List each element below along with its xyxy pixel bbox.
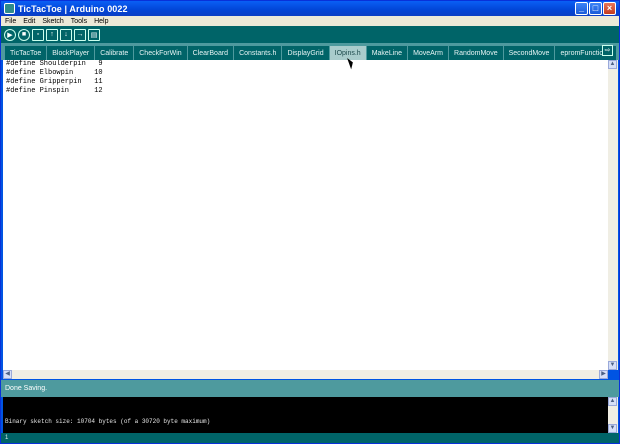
tab-blockplayer[interactable]: BlockPlayer bbox=[47, 46, 95, 60]
maximize-button[interactable]: □ bbox=[589, 2, 602, 15]
title-bar[interactable]: TicTacToe | Arduino 0022 _ □ × bbox=[1, 1, 619, 16]
menu-help[interactable]: Help bbox=[94, 18, 108, 25]
menu-bar: File Edit Sketch Tools Help bbox=[1, 16, 619, 26]
status-message: Done Saving. bbox=[5, 385, 48, 392]
menu-tools[interactable]: Tools bbox=[71, 18, 87, 25]
tab-randommove[interactable]: RandomMove bbox=[449, 46, 503, 60]
window-title: TicTacToe | Arduino 0022 bbox=[18, 3, 128, 14]
tab-secondmove[interactable]: SecondMove bbox=[503, 46, 555, 60]
editor-vertical-scrollbar[interactable]: ▲ ▼ bbox=[608, 60, 618, 370]
save-icon[interactable]: ↓ bbox=[60, 28, 72, 41]
code-line: #define Gripperpin 11 bbox=[6, 78, 103, 86]
upload-icon[interactable]: → bbox=[74, 28, 86, 41]
status-bar: Done Saving. bbox=[1, 380, 619, 397]
minimize-button[interactable]: _ bbox=[575, 2, 588, 15]
new-file-icon[interactable]: ▫ bbox=[32, 28, 44, 41]
tab-menu-button[interactable]: ⇨ bbox=[602, 45, 613, 56]
line-number-bar: 1 bbox=[1, 433, 619, 443]
code-line: #define Shoulderpin 9 bbox=[6, 60, 103, 68]
tab-tictactoe[interactable]: TicTacToe bbox=[5, 46, 47, 60]
console-scroll-down-icon[interactable]: ▼ bbox=[608, 424, 617, 433]
tab-constants-h[interactable]: Constants.h bbox=[234, 46, 282, 60]
stop-icon[interactable]: ■ bbox=[18, 28, 30, 41]
window-controls: _ □ × bbox=[575, 2, 616, 15]
menu-edit[interactable]: Edit bbox=[23, 18, 35, 25]
console-scrollbar[interactable]: ▲ ▼ bbox=[608, 397, 618, 433]
code-line: #define Pinspin 12 bbox=[6, 87, 103, 95]
app-window: TicTacToe | Arduino 0022 _ □ × File Edit S… bbox=[0, 0, 620, 444]
open-icon[interactable]: ↑ bbox=[46, 28, 58, 41]
tab-movearm[interactable]: MoveArm bbox=[408, 46, 449, 60]
scroll-down-icon[interactable]: ▼ bbox=[608, 361, 617, 370]
tab-displaygrid[interactable]: DisplayGrid bbox=[282, 46, 329, 60]
menu-file[interactable]: File bbox=[5, 18, 16, 25]
console-scroll-up-icon[interactable]: ▲ bbox=[608, 397, 617, 406]
tab-checkforwin[interactable]: CheckForWin bbox=[134, 46, 187, 60]
scroll-left-icon[interactable]: ◀ bbox=[3, 370, 12, 379]
arduino-app-icon bbox=[4, 3, 15, 14]
editor-horizontal-scrollbar[interactable]: ◀ ▶ bbox=[3, 370, 608, 379]
line-number: 1 bbox=[5, 435, 9, 441]
tab-makeline[interactable]: MakeLine bbox=[366, 46, 408, 60]
tab-clearboard[interactable]: ClearBoard bbox=[187, 46, 234, 60]
code-line: #define Elbowpin 10 bbox=[6, 69, 103, 77]
menu-sketch[interactable]: Sketch bbox=[42, 18, 63, 25]
toolbar: ▶ ■ ▫ ↑ ↓ → ▤ bbox=[1, 26, 619, 43]
code-editor[interactable]: #define Shoulderpin 9 #define Elbowpin 10… bbox=[3, 60, 608, 370]
tab-bar: TicTacToe BlockPlayer Calibrate CheckForWin… bbox=[1, 43, 619, 60]
scroll-up-icon[interactable]: ▲ bbox=[608, 60, 617, 69]
close-button[interactable]: × bbox=[603, 2, 616, 15]
scroll-right-icon[interactable]: ▶ bbox=[599, 370, 608, 379]
play-icon[interactable]: ▶ bbox=[4, 28, 16, 41]
console-output[interactable]: Binary sketch size: 10704 bytes (of a 30… bbox=[3, 397, 608, 433]
console-line: Binary sketch size: 10704 bytes (of a 30… bbox=[5, 418, 211, 425]
tab-calibrate[interactable]: Calibrate bbox=[95, 46, 134, 60]
serial-monitor-icon[interactable]: ▤ bbox=[88, 28, 100, 41]
